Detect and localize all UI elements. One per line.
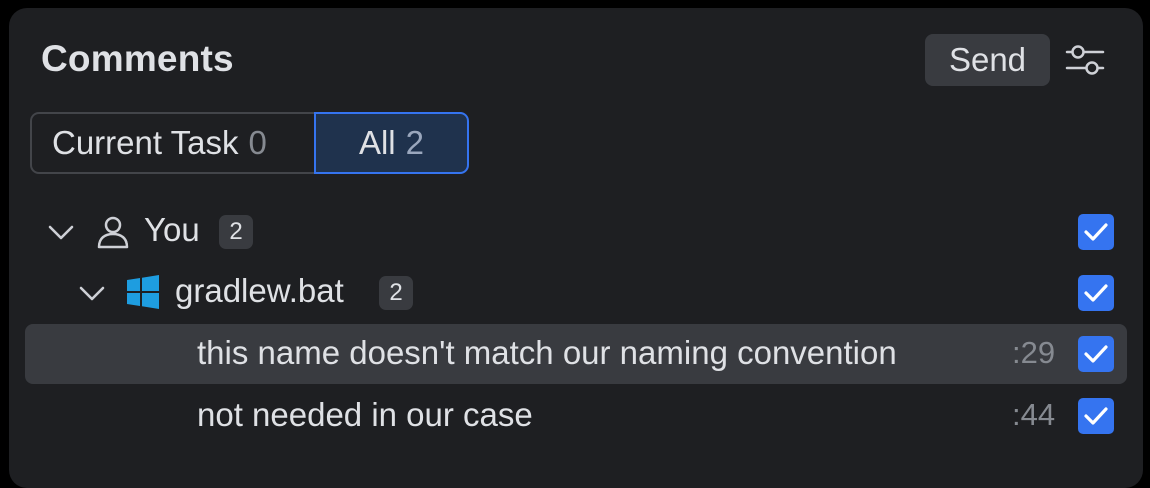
tab-count: 0 (248, 124, 267, 161)
panel-title: Comments (41, 38, 234, 79)
chevron-down-icon[interactable] (78, 279, 106, 307)
author-name: You (144, 211, 200, 248)
windows-icon (126, 275, 162, 311)
comments-panel: Comments Send Current Task 0 All 2 You 2… (9, 8, 1143, 488)
comment-checkbox[interactable] (1078, 398, 1114, 434)
comment-row[interactable]: not needed in our case :44 (25, 386, 1127, 446)
comment-count-badge: 2 (219, 215, 253, 249)
checkmark-icon (1084, 223, 1108, 241)
line-number: :44 (1012, 397, 1056, 432)
file-name: gradlew.bat (175, 272, 344, 309)
comment-text: this name doesn't match our naming conve… (197, 334, 897, 371)
comment-checkbox[interactable] (1078, 336, 1114, 372)
tab-count: 2 (405, 124, 425, 161)
tree-row-file[interactable]: gradlew.bat 2 (25, 263, 1127, 323)
tab-label: Current Task (52, 124, 239, 161)
send-button[interactable]: Send (925, 34, 1050, 86)
tab-current-task[interactable]: Current Task 0 (30, 112, 314, 174)
author-checkbox[interactable] (1078, 214, 1114, 250)
comment-count-badge: 2 (379, 276, 413, 310)
line-number: :29 (1012, 335, 1056, 370)
tree-row-author[interactable]: You 2 (25, 202, 1127, 262)
comment-scope-tabs: Current Task 0 All 2 (30, 112, 469, 174)
comment-text: not needed in our case (197, 396, 533, 433)
comment-row[interactable]: this name doesn't match our naming conve… (25, 324, 1127, 384)
checkmark-icon (1084, 284, 1108, 302)
tab-all[interactable]: All 2 (314, 112, 469, 174)
tab-label: All (358, 124, 396, 161)
person-icon (95, 214, 131, 250)
sliders-icon[interactable] (1063, 41, 1107, 79)
file-checkbox[interactable] (1078, 275, 1114, 311)
checkmark-icon (1084, 345, 1108, 363)
chevron-down-icon[interactable] (47, 218, 75, 246)
checkmark-icon (1084, 407, 1108, 425)
